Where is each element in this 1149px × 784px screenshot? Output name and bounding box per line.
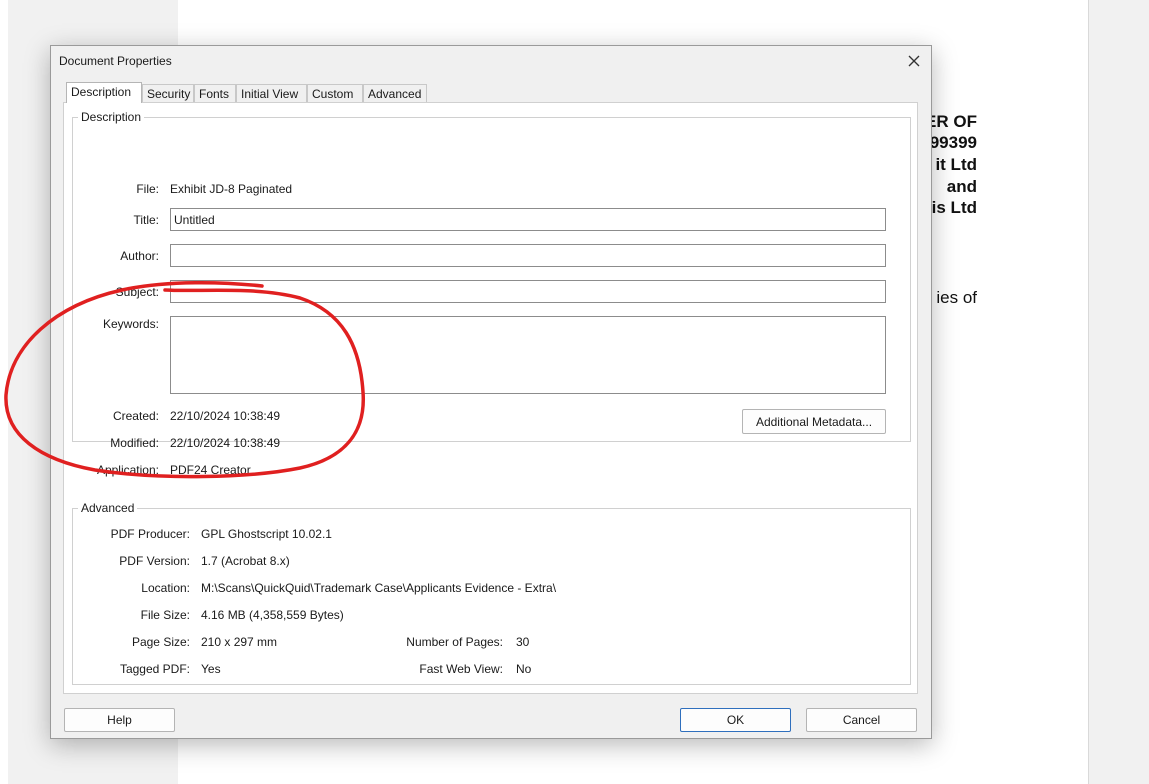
description-group-label: Description — [78, 110, 145, 124]
title-label: Title: — [133, 213, 159, 227]
number-of-pages-value: 30 — [516, 635, 530, 649]
tab-description[interactable]: Description — [66, 82, 142, 103]
pdf-producer-value: GPL Ghostscript 10.02.1 — [201, 527, 332, 541]
author-label: Author: — [120, 249, 159, 263]
keywords-label: Keywords: — [102, 317, 159, 331]
file-value: Exhibit JD-8 Paginated — [170, 182, 293, 196]
viewer-left-edge — [0, 0, 8, 784]
modified-value: 22/10/2024 10:38:49 — [170, 436, 281, 450]
page-size-value: 210 x 297 mm — [201, 635, 278, 649]
document-properties-dialog: Document Properties Description Security… — [50, 45, 932, 739]
application-value: PDF24 Creator — [170, 463, 251, 477]
page-text-line-1: ER OF — [925, 112, 977, 131]
dialog-titlebar[interactable]: Document Properties — [51, 46, 931, 76]
pdf-producer-label: PDF Producer: — [110, 527, 190, 541]
dialog-title: Document Properties — [59, 54, 172, 68]
viewer-right-gutter — [1089, 0, 1149, 784]
close-icon[interactable] — [905, 52, 923, 70]
fast-web-view-value: No — [516, 662, 532, 676]
page-text-line-4: and — [946, 177, 977, 196]
ok-button[interactable]: OK — [680, 708, 791, 732]
file-size-value: 4.16 MB (4,358,559 Bytes) — [201, 608, 344, 622]
tab-custom[interactable]: Custom — [307, 84, 363, 102]
location-label: Location: — [141, 581, 190, 595]
number-of-pages-label: Number of Pages: — [406, 635, 503, 649]
file-label: File: — [136, 182, 159, 196]
pdf-version-label: PDF Version: — [119, 554, 190, 568]
modified-label: Modified: — [110, 436, 159, 450]
keywords-field[interactable] — [170, 316, 886, 394]
cancel-button[interactable]: Cancel — [806, 708, 917, 732]
page-text-line-5: is Ltd — [931, 198, 977, 217]
title-field[interactable] — [170, 208, 886, 231]
created-label: Created: — [112, 409, 159, 423]
advanced-group-label: Advanced — [78, 501, 138, 515]
page-text-line-6: ies of — [936, 288, 977, 307]
advanced-group — [72, 508, 911, 685]
pdf-version-value: 1.7 (Acrobat 8.x) — [201, 554, 290, 568]
page-size-label: Page Size: — [131, 635, 190, 649]
tab-fonts[interactable]: Fonts — [194, 84, 236, 102]
application-label: Application: — [96, 463, 159, 477]
help-button[interactable]: Help — [64, 708, 175, 732]
location-value: M:\Scans\QuickQuid\Trademark Case\Applic… — [201, 581, 557, 595]
tagged-pdf-label: Tagged PDF: — [119, 662, 190, 676]
tagged-pdf-value: Yes — [201, 662, 221, 676]
additional-metadata-button[interactable]: Additional Metadata... — [742, 409, 886, 434]
author-field[interactable] — [170, 244, 886, 267]
subject-label: Subject: — [115, 285, 159, 299]
subject-field[interactable] — [170, 280, 886, 303]
description-tab-panel: Description File: Exhibit JD-8 Paginated… — [63, 102, 918, 694]
tab-security[interactable]: Security — [142, 84, 194, 102]
tab-initial-view[interactable]: Initial View — [236, 84, 307, 102]
created-value: 22/10/2024 10:38:49 — [170, 409, 281, 423]
fast-web-view-label: Fast Web View: — [419, 662, 503, 676]
page-text-line-3: it Ltd — [935, 155, 977, 174]
page-text-line-2: 99399 — [929, 133, 977, 152]
file-size-label: File Size: — [140, 608, 190, 622]
tab-advanced[interactable]: Advanced — [363, 84, 427, 102]
